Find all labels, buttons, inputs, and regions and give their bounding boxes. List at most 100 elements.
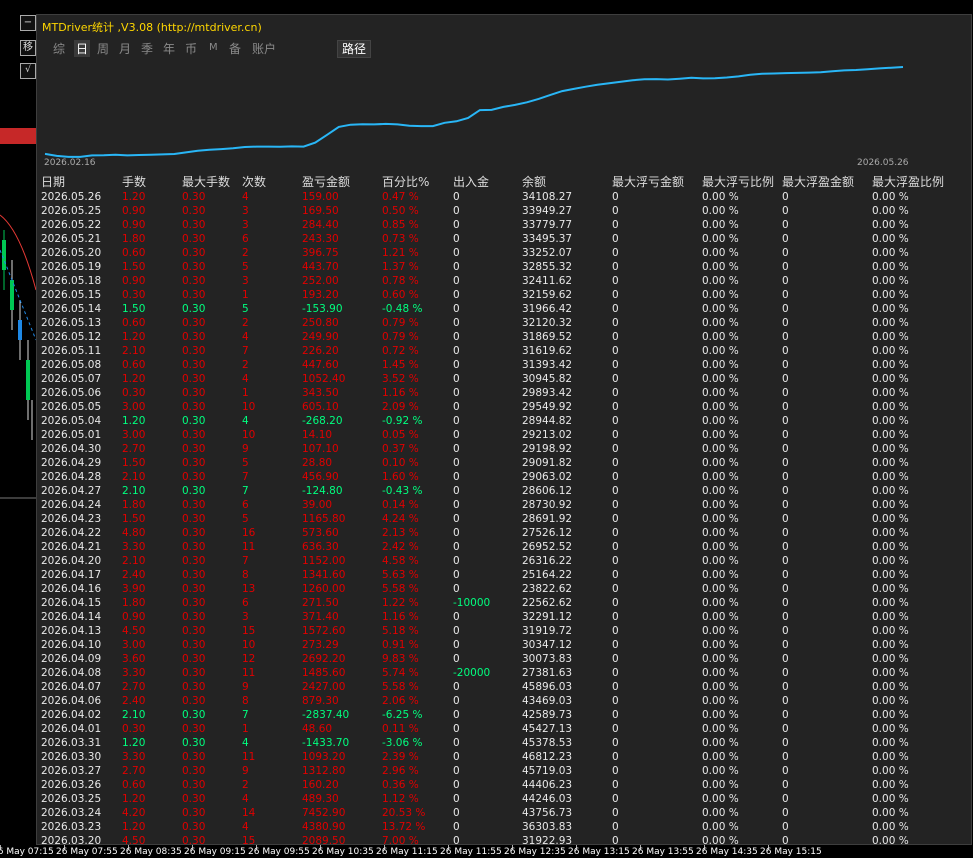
cell-balance: 36303.83 [522, 821, 573, 833]
cell-count: 10 [242, 401, 256, 413]
table-row[interactable]: 2026.03.27 2.70 0.30 9 1312.80 2.96 % 0 45719.0… [41, 764, 971, 778]
table-row[interactable]: 2026.04.27 2.10 0.30 7 -124.80 -0.43 % 0 28606.… [41, 484, 971, 498]
table-row[interactable]: 2026.04.22 4.80 0.30 16 573.60 2.13 % 0 27526.1… [41, 526, 971, 540]
table-row[interactable]: 2026.05.14 1.50 0.30 5 -153.90 -0.48 % 0 31966.… [41, 302, 971, 316]
tab-backup[interactable]: 备 [229, 40, 241, 57]
table-row[interactable]: 2026.04.24 1.80 0.30 6 39.00 0.14 % 0 28730.92 0… [41, 498, 971, 512]
cell-max-float-loss-pct: 0.00 % [702, 359, 739, 371]
cell-max-float-loss: 0 [612, 219, 619, 231]
table-row[interactable]: 2026.03.30 3.30 0.30 11 1093.20 2.39 % 0 46812.… [41, 750, 971, 764]
cell-max-float-loss-pct: 0.00 % [702, 765, 739, 777]
table-row[interactable]: 2026.05.25 0.90 0.30 3 169.50 0.50 % 0 33949.27… [41, 204, 971, 218]
table-row[interactable]: 2026.05.18 0.90 0.30 3 252.00 0.78 % 0 32411.62… [41, 274, 971, 288]
cell-max-float-loss: 0 [612, 261, 619, 273]
table-row[interactable]: 2026.05.15 0.30 0.30 1 193.20 0.60 % 0 32159.62… [41, 288, 971, 302]
cell-max-lots: 0.30 [182, 345, 206, 357]
cell-max-float-loss-pct: 0.00 % [702, 821, 739, 833]
table-row[interactable]: 2026.04.20 2.10 0.30 7 1152.00 4.58 % 0 26316.2… [41, 554, 971, 568]
table-row[interactable]: 2026.05.12 1.20 0.30 4 249.90 0.79 % 0 31869.52… [41, 330, 971, 344]
table-row[interactable]: 2026.04.21 3.30 0.30 11 636.30 2.42 % 0 26952.5… [41, 540, 971, 554]
tab-quarter[interactable]: 季 [141, 40, 153, 57]
cell-date: 2026.04.08 [41, 667, 102, 679]
table-row[interactable]: 2026.04.06 2.40 0.30 8 879.30 2.06 % 0 43469.03… [41, 694, 971, 708]
table-row[interactable]: 2026.04.02 2.10 0.30 7 -2837.40 -6.25 % 0 42589… [41, 708, 971, 722]
table-row[interactable]: 2026.03.23 1.20 0.30 4 4380.90 13.72 % 0 36303.… [41, 820, 971, 834]
tab-day[interactable]: 日 [74, 40, 91, 57]
table-row[interactable]: 2026.05.13 0.60 0.30 2 250.80 0.79 % 0 32120.32… [41, 316, 971, 330]
tab-summary[interactable]: 综 [53, 40, 65, 57]
cell-count: 2 [242, 359, 249, 371]
tab-week[interactable]: 周 [97, 40, 109, 57]
table-row[interactable]: 2026.04.17 2.40 0.30 8 1341.60 5.63 % 0 25164.2… [41, 568, 971, 582]
table-row[interactable]: 2026.04.01 0.30 0.30 1 48.60 0.11 % 0 45427.13 0… [41, 722, 971, 736]
cell-max-float-profit: 0 [782, 205, 789, 217]
table-row[interactable]: 2026.05.22 0.90 0.30 3 284.40 0.85 % 0 33779.77… [41, 218, 971, 232]
cell-lots: 1.20 [122, 737, 146, 749]
table-row[interactable]: 2026.05.06 0.30 0.30 1 343.50 1.16 % 0 29893.42… [41, 386, 971, 400]
tab-month[interactable]: 月 [119, 40, 131, 57]
cell-max-lots: 0.30 [182, 695, 206, 707]
cell-lots: 2.10 [122, 709, 146, 721]
table-row[interactable]: 2026.04.09 3.60 0.30 12 2692.20 9.83 % 0 30073.… [41, 652, 971, 666]
table-row[interactable]: 2026.05.07 1.20 0.30 4 1052.40 3.52 % 0 30945.8… [41, 372, 971, 386]
table-row[interactable]: 2026.04.13 4.50 0.30 15 1572.60 5.18 % 0 31919.… [41, 624, 971, 638]
table-row[interactable]: 2026.05.20 0.60 0.30 2 396.75 1.21 % 0 33252.07… [41, 246, 971, 260]
cell-pnl: 1152.00 [302, 555, 346, 567]
cell-percent: 0.47 % [382, 191, 419, 203]
cell-max-lots: 0.30 [182, 723, 206, 735]
tab-currency[interactable]: 币 [185, 40, 197, 57]
cell-pnl: 243.30 [302, 233, 339, 245]
table-row[interactable]: 2026.04.30 2.70 0.30 9 107.10 0.37 % 0 29198.92… [41, 442, 971, 456]
table-row[interactable]: 2026.05.05 3.00 0.30 10 605.10 2.09 % 0 29549.9… [41, 400, 971, 414]
table-row[interactable]: 2026.03.31 1.20 0.30 4 -1433.70 -3.06 % 0 45378… [41, 736, 971, 750]
tab-year[interactable]: 年 [163, 40, 175, 57]
cell-count: 6 [242, 499, 249, 511]
tab-account[interactable]: 账户 [252, 40, 276, 57]
table-row[interactable]: 2026.04.07 2.70 0.30 9 2427.00 5.58 % 0 45896.0… [41, 680, 971, 694]
table-row[interactable]: 2026.05.21 1.80 0.30 6 243.30 0.73 % 0 33495.37… [41, 232, 971, 246]
cell-max-float-loss: 0 [612, 401, 619, 413]
cell-date: 2026.05.20 [41, 247, 102, 259]
cell-count: 8 [242, 569, 249, 581]
table-row[interactable]: 2026.05.01 3.00 0.30 10 14.10 0.05 % 0 29213.02… [41, 428, 971, 442]
table-row[interactable]: 2026.05.08 0.60 0.30 2 447.60 1.45 % 0 31393.42… [41, 358, 971, 372]
cell-count: 2 [242, 247, 249, 259]
table-row[interactable]: 2026.04.08 3.30 0.30 11 1485.60 5.74 % -20000 2… [41, 666, 971, 680]
table-row[interactable]: 2026.04.10 3.00 0.30 10 273.29 0.91 % 0 30347.1… [41, 638, 971, 652]
cell-percent: 13.72 % [382, 821, 426, 833]
cell-balance: 29063.02 [522, 471, 573, 483]
panel-titlebar[interactable]: MTDriver统计 ,V3.08 (http://mtdriver.cn) [37, 15, 971, 37]
table-row[interactable]: 2026.05.19 1.50 0.30 5 443.70 1.37 % 0 32855.32… [41, 260, 971, 274]
table-row[interactable]: 2026.04.14 0.90 0.30 3 371.40 1.16 % 0 32291.12… [41, 610, 971, 624]
cell-max-float-loss: 0 [612, 331, 619, 343]
table-row[interactable]: 2026.04.15 1.80 0.30 6 271.50 1.22 % -10000 225… [41, 596, 971, 610]
cell-pnl: 447.60 [302, 359, 339, 371]
table-row[interactable]: 2026.03.24 4.20 0.30 14 7452.90 20.53 % 0 43756… [41, 806, 971, 820]
table-row[interactable]: 2026.05.26 1.20 0.30 4 159.00 0.47 % 0 34108.27… [41, 190, 971, 204]
table-row[interactable]: 2026.03.25 1.20 0.30 4 489.30 1.12 % 0 44246.03… [41, 792, 971, 806]
cell-max-float-loss-pct: 0.00 % [702, 485, 739, 497]
check-button[interactable]: √ [20, 63, 36, 79]
table-row[interactable]: 2026.04.28 2.10 0.30 7 456.90 1.60 % 0 29063.02… [41, 470, 971, 484]
cell-max-float-loss: 0 [612, 583, 619, 595]
collapse-button[interactable]: − [20, 15, 36, 31]
cell-date: 2026.04.30 [41, 443, 102, 455]
table-row[interactable]: 2026.03.26 0.60 0.30 2 160.20 0.36 % 0 44406.23… [41, 778, 971, 792]
table-row[interactable]: 2026.05.04 1.20 0.30 4 -268.20 -0.92 % 0 28944.… [41, 414, 971, 428]
cell-pnl: 343.50 [302, 387, 339, 399]
move-button[interactable]: 移 [20, 40, 36, 56]
table-row[interactable]: 2026.05.11 2.10 0.30 7 226.20 0.72 % 0 31619.62… [41, 344, 971, 358]
cell-percent: 20.53 % [382, 807, 426, 819]
cell-deposit: 0 [453, 205, 460, 217]
time-label: 26 May 12:35 [504, 847, 566, 857]
table-row[interactable]: 2026.04.16 3.90 0.30 13 1260.00 5.58 % 0 23822.… [41, 582, 971, 596]
cell-date: 2026.03.30 [41, 751, 102, 763]
cell-max-float-profit-pct: 0.00 % [872, 527, 909, 539]
cell-deposit: 0 [453, 583, 460, 595]
table-row[interactable]: 2026.04.23 1.50 0.30 5 1165.80 4.24 % 0 28691.9… [41, 512, 971, 526]
table-row[interactable]: 2026.04.29 1.50 0.30 5 28.80 0.10 % 0 29091.82 0… [41, 456, 971, 470]
path-button[interactable]: 路径 [337, 40, 372, 58]
cell-max-float-profit: 0 [782, 695, 789, 707]
cell-max-float-profit-pct: 0.00 % [872, 695, 909, 707]
tab-m[interactable]: M [209, 42, 218, 53]
